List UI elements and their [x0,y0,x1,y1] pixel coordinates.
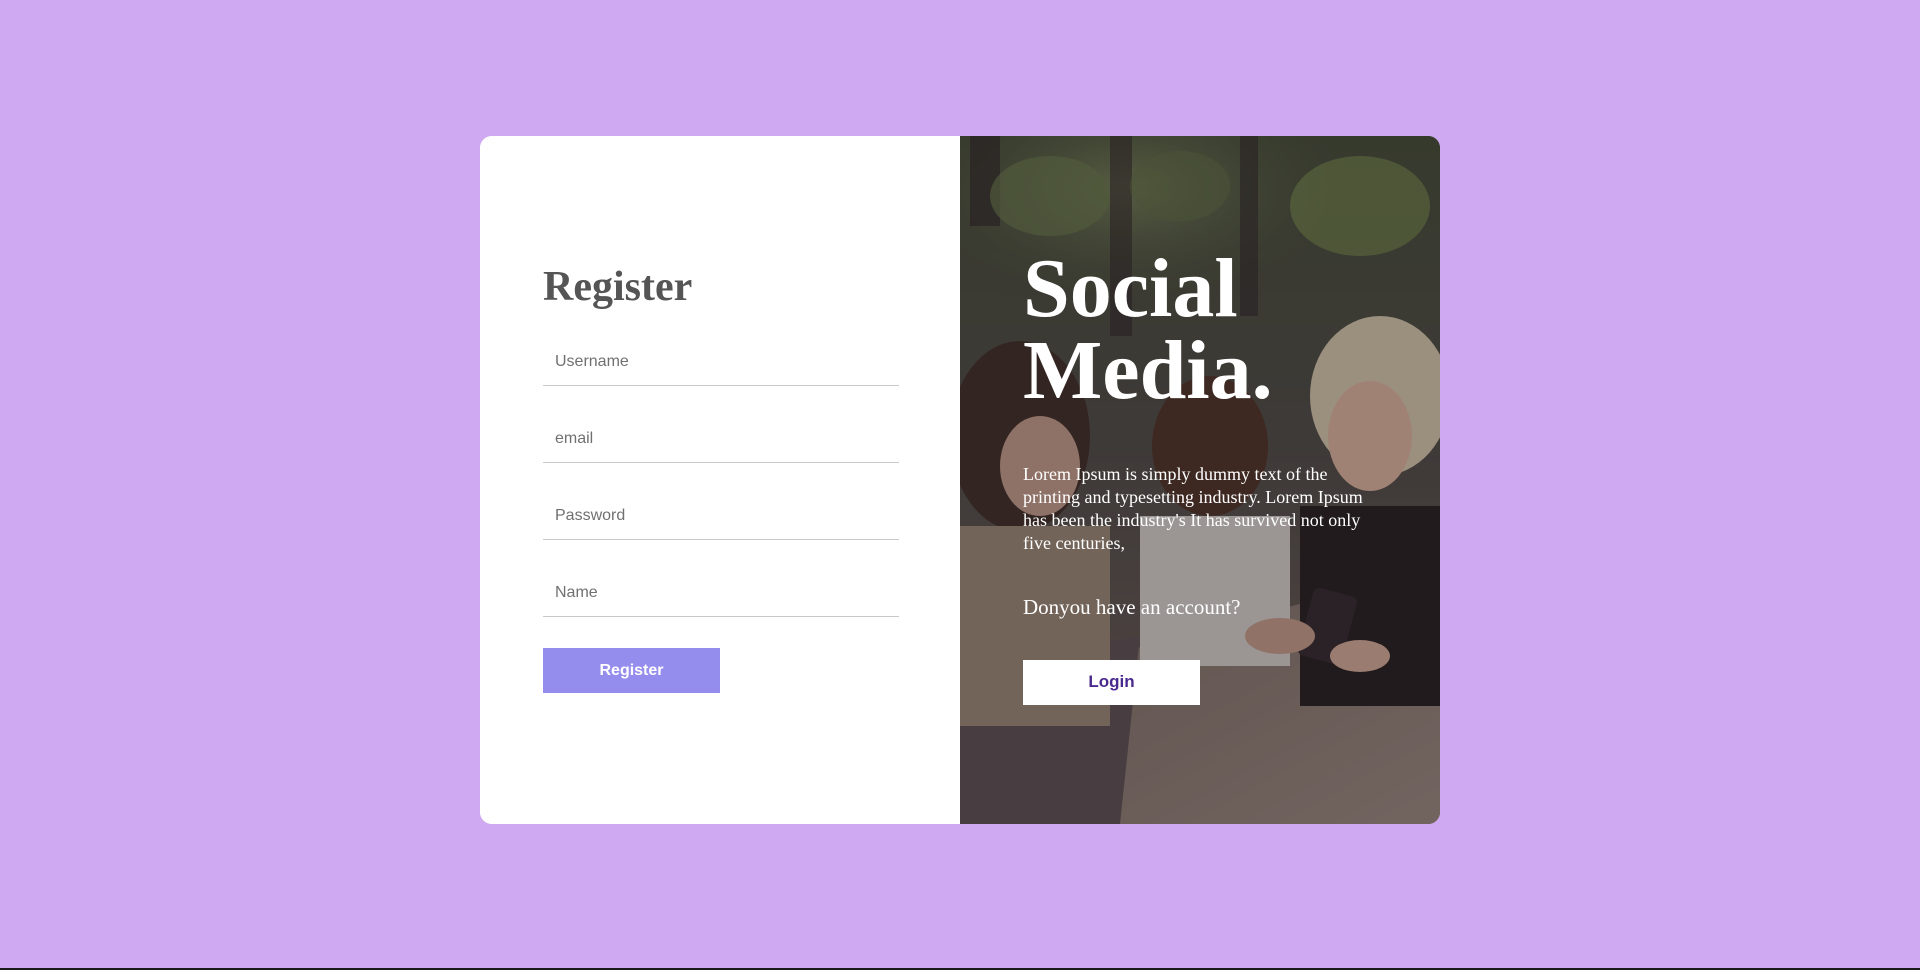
promo-title-line2: Media. [1023,324,1273,418]
email-input[interactable] [543,415,899,464]
promo-description: Lorem Ipsum is simply dummy text of the … [1023,463,1363,553]
username-input[interactable] [543,338,899,387]
account-question: Donyou have an account? [1023,594,1241,619]
register-panel: Register Register [480,136,960,824]
auth-card: Register Register [480,136,1440,824]
password-input[interactable] [543,492,899,541]
name-input[interactable] [543,569,899,618]
login-button[interactable]: Login [1023,659,1200,705]
promo-title-line1: Social [1023,242,1238,335]
promo-content: Social Media. Lorem Ipsum is simply dumm… [1023,242,1383,705]
promo-title: Social Media. [1023,242,1383,418]
register-button[interactable]: Register [543,648,720,694]
register-title: Register [543,264,693,310]
promo-panel: Social Media. Lorem Ipsum is simply dumm… [960,136,1440,824]
